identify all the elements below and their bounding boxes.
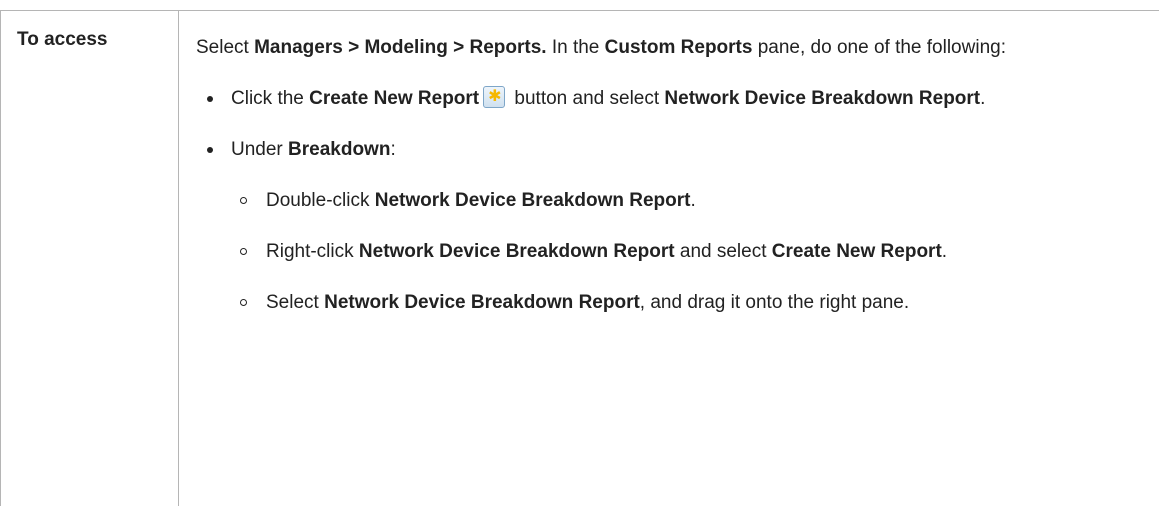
sub-list-item: Right-click Network Device Breakdown Rep…: [231, 233, 1146, 270]
circle-bullet: [240, 197, 247, 204]
table-top-border: [0, 10, 1159, 11]
list-item: Click the Create New Report ✱ button and …: [196, 80, 1146, 117]
sub-list-item: Double-click Network Device Breakdown Re…: [231, 182, 1146, 219]
circle-bullet: [240, 248, 247, 255]
row-content: Select Managers > Modeling > Reports. In…: [196, 29, 1146, 321]
row-header: To access: [17, 29, 108, 50]
table-left-border: [0, 10, 1, 506]
sub-list-item: Select Network Device Breakdown Report, …: [231, 284, 1146, 321]
breakdown-sublist: Double-click Network Device Breakdown Re…: [231, 182, 1146, 321]
options-list: Click the Create New Report ✱ button and …: [196, 80, 1146, 321]
list-item: Under Breakdown:: [196, 131, 1146, 168]
intro-paragraph: Select Managers > Modeling > Reports. In…: [196, 37, 1006, 58]
bullet-dot: [207, 147, 213, 153]
table-column-divider: [178, 10, 179, 506]
bullet-dot: [207, 96, 213, 102]
info-table: To access Select Managers > Modeling > R…: [0, 0, 1159, 506]
circle-bullet: [240, 299, 247, 306]
create-new-report-icon: ✱: [483, 86, 506, 108]
